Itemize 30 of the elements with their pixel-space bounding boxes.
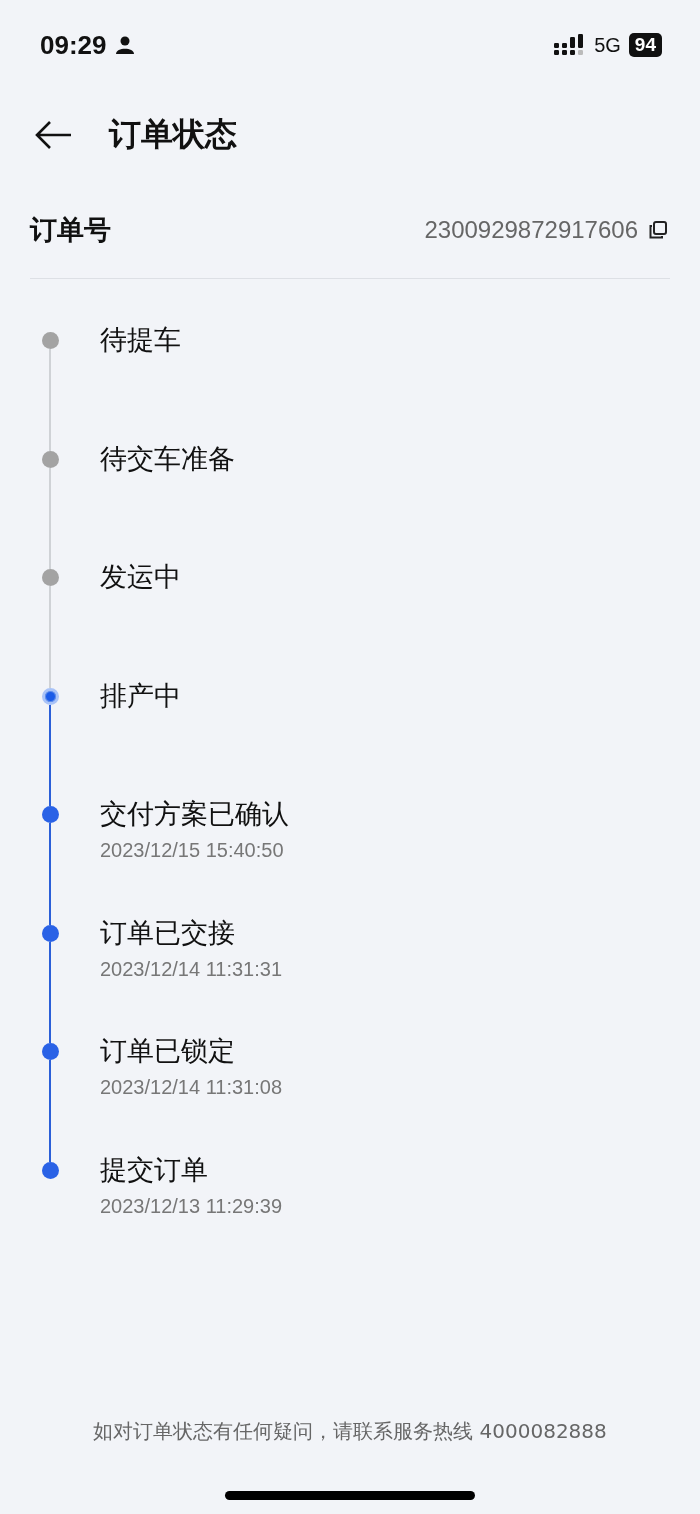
- timeline-dot: [41, 924, 59, 942]
- step-title: 订单已交接: [100, 915, 236, 950]
- step-title: 排产中: [100, 678, 181, 713]
- step-title: 发运中: [100, 560, 181, 594]
- step-time: 2023/12/14 11:31:31: [100, 956, 283, 982]
- timeline-dot: [41, 1043, 59, 1060]
- network-label: 5G: [594, 33, 621, 57]
- step-title: 提交订单: [100, 1152, 209, 1187]
- timeline-dot: [41, 1161, 59, 1179]
- back-arrow-icon[interactable]: [35, 120, 73, 150]
- timeline-dot: [41, 687, 59, 705]
- step-title: 交付方案已确认: [100, 797, 289, 831]
- page-title: 订单状态: [109, 114, 237, 155]
- order-label: 订单号: [30, 213, 111, 247]
- step-time: 2023/12/13 11:29:39: [100, 1193, 283, 1219]
- order-number: 2300929872917606: [424, 216, 638, 244]
- timeline-dot: [41, 450, 59, 468]
- step-title: 待交车准备: [100, 441, 235, 476]
- step-time: 2023/12/15 15:40:50: [100, 838, 285, 863]
- hotline-note: 如对订单状态有任何疑问，请联系服务热线 4000082888: [93, 1418, 607, 1445]
- step-time: 2023/12/14 11:31:08: [100, 1075, 283, 1100]
- step-title: 待提车: [100, 323, 181, 357]
- person-icon: [114, 35, 135, 55]
- status-time: 09:29: [40, 29, 107, 61]
- timeline-dot: [41, 332, 59, 349]
- timeline-dot: [41, 569, 59, 586]
- battery-level: 94: [628, 33, 662, 57]
- step-title: 订单已锁定: [100, 1034, 236, 1068]
- timeline-dot: [41, 806, 59, 823]
- copy-icon[interactable]: [648, 220, 668, 240]
